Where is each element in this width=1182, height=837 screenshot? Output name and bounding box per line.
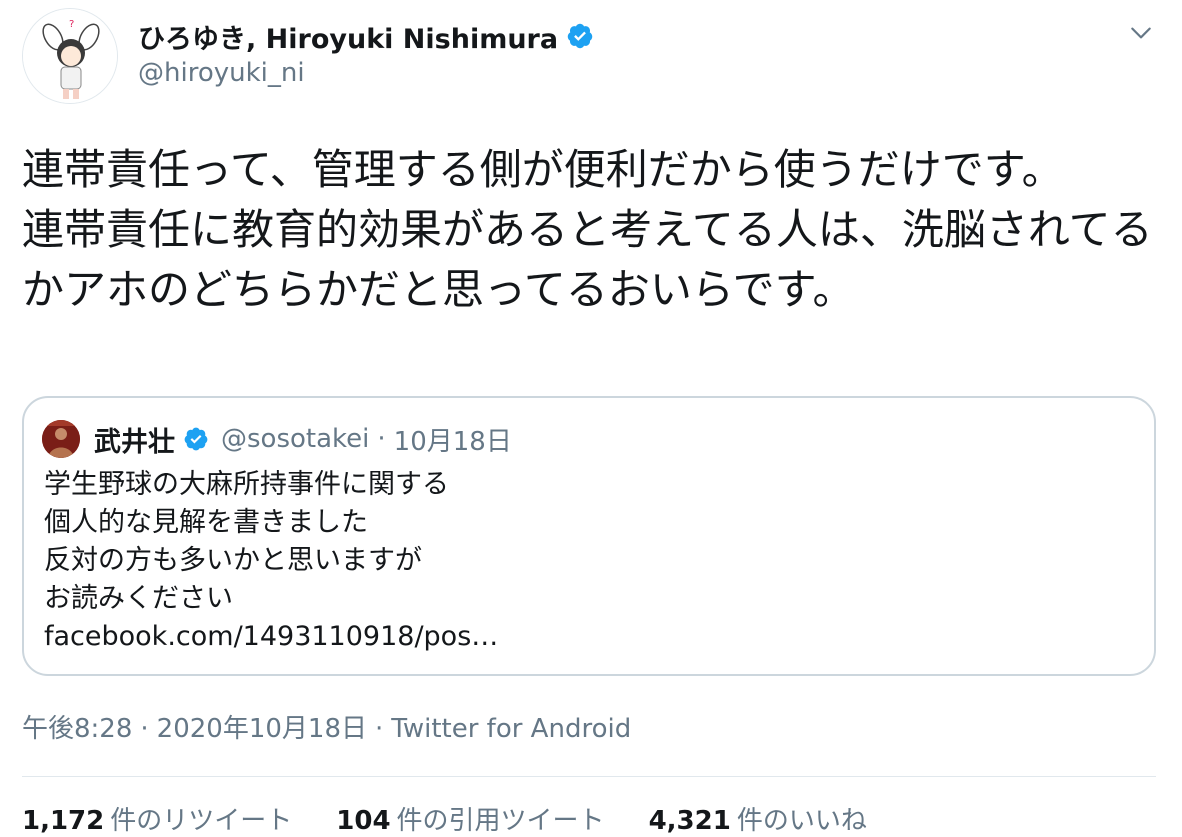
tweet-source[interactable]: Twitter for Android <box>391 714 631 744</box>
quoted-avatar-photo-icon <box>42 420 80 458</box>
quoted-line: 個人的な見解を書きました <box>44 507 368 538</box>
quoted-separator: · <box>377 424 386 454</box>
author-display-name[interactable]: ひろゆき, Hiroyuki Nishimura <box>138 17 558 56</box>
quote-count[interactable]: 104 <box>336 806 390 836</box>
chevron-down-icon[interactable] <box>1128 20 1154 46</box>
tweet-date[interactable]: 2020年10月18日 <box>157 714 367 744</box>
retweet-label[interactable]: 件のリツイート <box>110 806 292 836</box>
quote-label[interactable]: 件の引用ツイート <box>397 806 605 836</box>
quoted-link[interactable]: facebook.com/1493110918/pos… <box>44 618 1134 656</box>
quoted-author-handle: @sosotakei <box>221 424 370 454</box>
author-handle[interactable]: @hiroyuki_ni <box>138 58 305 88</box>
quoted-tweet-header: 武井壮 @sosotakei · 10月18日 <box>94 420 512 458</box>
verified-badge-icon <box>566 22 594 50</box>
author-name-row[interactable]: ひろゆき, Hiroyuki Nishimura <box>138 16 594 56</box>
quoted-line: お読みください <box>44 583 233 614</box>
quoted-line: 反対の方も多いかと思いますが <box>44 545 422 576</box>
quoted-tweet-card[interactable]: 武井壮 @sosotakei · 10月18日 学生野球の大麻所持事件に関する … <box>22 396 1156 676</box>
quoted-date: 10月18日 <box>393 426 512 457</box>
quoted-line: 学生野球の大麻所持事件に関する <box>44 469 449 500</box>
meta-separator: · <box>375 714 384 744</box>
quoted-author-name: 武井壮 <box>94 426 175 458</box>
avatar-illustration-icon: ? <box>23 9 117 103</box>
divider <box>22 776 1156 777</box>
tweet-text: 連帯責任って、管理する側が便利だから使うだけです。 連帯責任に教育的効果があると… <box>22 145 1153 314</box>
retweet-count[interactable]: 1,172 <box>22 806 104 836</box>
author-avatar[interactable]: ? <box>22 8 118 104</box>
quoted-tweet-body: 学生野球の大麻所持事件に関する 個人的な見解を書きました 反対の方も多いかと思い… <box>44 466 1134 656</box>
like-label[interactable]: 件のいいね <box>737 806 867 836</box>
svg-text:?: ? <box>69 19 74 30</box>
tweet-time[interactable]: 午後8:28 <box>22 714 132 744</box>
verified-badge-icon <box>183 426 209 452</box>
meta-separator: · <box>140 714 149 744</box>
tweet-metadata: 午後8:28 · 2020年10月18日 · Twitter for Android <box>22 708 631 745</box>
tweet-stats: 1,172 件のリツイート 104 件の引用ツイート 4,321 件のいいね <box>22 800 911 837</box>
like-count[interactable]: 4,321 <box>649 806 731 836</box>
quoted-author-avatar <box>42 420 80 458</box>
